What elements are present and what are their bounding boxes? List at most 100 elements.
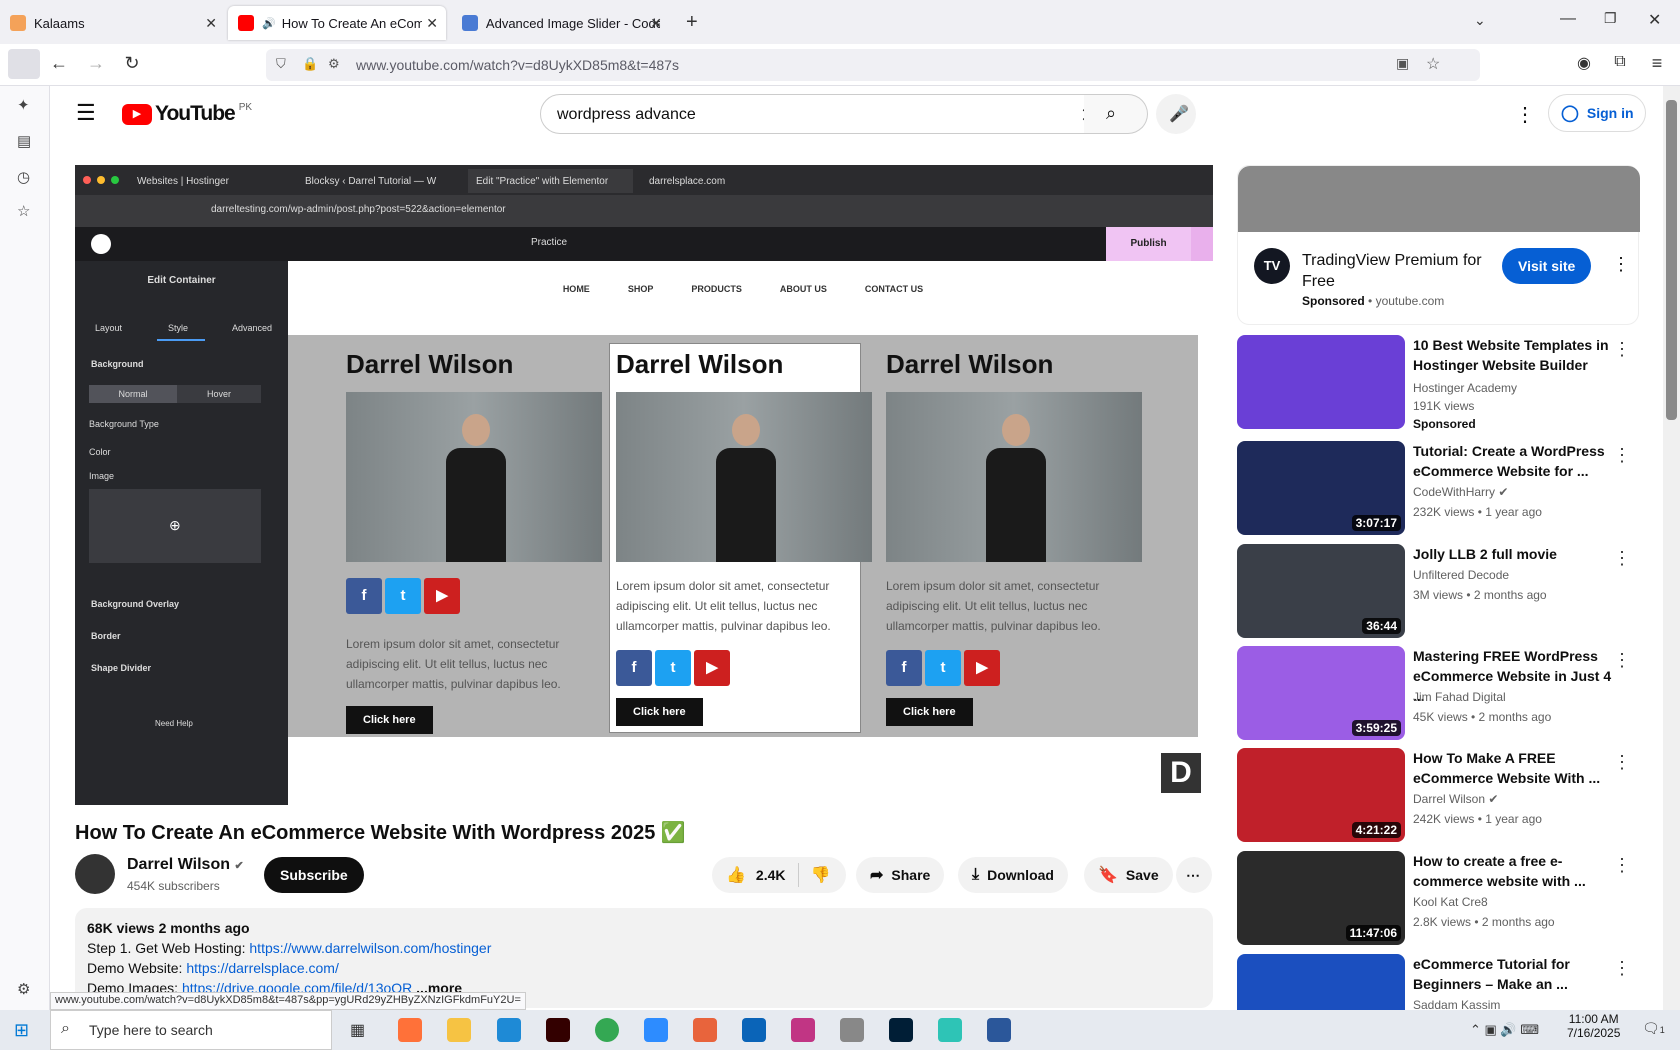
rec-title[interactable]: How to create a free e-commerce website …	[1413, 851, 1613, 891]
rec-more-icon[interactable]: ⋮	[1613, 958, 1631, 979]
close-tab-icon[interactable]: ✕	[426, 15, 438, 32]
demo-link[interactable]: https://darrelsplace.com/	[186, 960, 339, 976]
rec-channel[interactable]: CodeWithHarry	[1413, 485, 1495, 499]
rec-more-icon[interactable]: ⋮	[1613, 445, 1631, 466]
system-tray-icons[interactable]: ⌃ ▣ 🔊 ⌨	[1470, 1022, 1539, 1038]
new-tab-button[interactable]: +	[686, 11, 698, 34]
bookmarks-icon[interactable]: ☆	[17, 202, 30, 220]
zoom-icon[interactable]	[644, 1018, 668, 1042]
settings-dots-icon[interactable]: ⋮	[1515, 102, 1535, 127]
photos-icon[interactable]	[791, 1018, 815, 1042]
illustrator-icon[interactable]	[546, 1018, 570, 1042]
outlook-icon[interactable]	[742, 1018, 766, 1042]
rec-channel-row[interactable]: CodeWithHarry ✔	[1413, 485, 1508, 499]
like-button[interactable]: 👍 2.4K	[726, 865, 786, 885]
back-icon[interactable]: ←	[47, 53, 71, 74]
rec-more-icon[interactable]: ⋮	[1613, 339, 1631, 360]
rec-title[interactable]: Tutorial: Create a WordPress eCommerce W…	[1413, 441, 1613, 481]
hamburger-menu-icon[interactable]: ☰	[76, 100, 96, 126]
recommended-video[interactable]: 10 Best Website Templates in Hostinger W…	[1237, 335, 1639, 431]
channel-avatar[interactable]	[75, 854, 115, 894]
hosting-link[interactable]: https://www.darrelwilson.com/hostinger	[249, 940, 491, 956]
recommended-video[interactable]: 36:44 Jolly LLB 2 full movie Unfiltered …	[1237, 544, 1639, 640]
youtube-logo[interactable]: ▶ YouTube PK	[122, 102, 252, 126]
reload-icon[interactable]: ↻	[120, 53, 144, 74]
chrome-icon[interactable]	[595, 1018, 619, 1042]
task-view-icon[interactable]: ▦	[350, 1020, 365, 1040]
restore-icon[interactable]: ❐	[1604, 10, 1617, 27]
url-text[interactable]: www.youtube.com/watch?v=d8UykXD85m8&t=48…	[356, 57, 679, 73]
video-thumbnail[interactable]	[1237, 954, 1405, 1010]
rec-channel[interactable]: Hostinger Academy	[1413, 381, 1517, 395]
rec-more-icon[interactable]: ⋮	[1613, 548, 1631, 569]
vscode-icon[interactable]	[497, 1018, 521, 1042]
minimize-icon[interactable]: —	[1560, 10, 1576, 28]
word-icon[interactable]	[987, 1018, 1011, 1042]
account-icon[interactable]: ◉	[1572, 53, 1596, 73]
firefox-icon[interactable]	[398, 1018, 422, 1042]
dislike-button[interactable]: 👎	[811, 865, 831, 885]
recommended-video[interactable]: 11:47:06 How to create a free e-commerce…	[1237, 851, 1639, 947]
settings-gear-icon[interactable]: ⚙	[17, 980, 30, 998]
history-icon[interactable]: ◷	[17, 168, 30, 186]
file-explorer-icon[interactable]	[447, 1018, 471, 1042]
channel-name-row[interactable]: Darrel Wilson ✔	[127, 856, 244, 874]
extensions-icon[interactable]: ⧉	[1608, 53, 1632, 71]
video-thumbnail[interactable]	[1237, 335, 1405, 429]
ai-chat-icon[interactable]: ✦	[17, 96, 30, 114]
search-button[interactable]: ⌕	[1084, 94, 1148, 134]
tab-kalaams[interactable]: Kalaams ✕	[0, 6, 225, 40]
photoshop-icon[interactable]	[889, 1018, 913, 1042]
subscribe-button[interactable]: Subscribe	[264, 857, 364, 893]
rec-channel[interactable]: Kool Kat Cre8	[1413, 895, 1488, 909]
url-bar[interactable]: ⛉ 🔒 ⚙ www.youtube.com/watch?v=d8UykXD85m…	[266, 49, 1480, 81]
scrollbar-thumb[interactable]	[1666, 100, 1677, 420]
forward-icon[interactable]: →	[84, 53, 108, 74]
search-query[interactable]: wordpress advance	[557, 106, 696, 123]
ad-more-icon[interactable]: ⋮	[1612, 254, 1630, 275]
video-thumbnail[interactable]: 4:21:22	[1237, 748, 1405, 842]
video-thumbnail[interactable]: 11:47:06	[1237, 851, 1405, 945]
windows-start-icon[interactable]: ⊞	[14, 1020, 29, 1041]
video-thumbnail[interactable]: 3:59:25	[1237, 646, 1405, 740]
close-window-icon[interactable]: ✕	[1648, 10, 1661, 30]
app-icon[interactable]	[938, 1018, 962, 1042]
taskbar-search[interactable]: ⌕ Type here to search	[50, 1010, 332, 1050]
more-actions-button[interactable]: ⋯	[1176, 857, 1212, 893]
picture-icon[interactable]: ▣	[1396, 55, 1409, 72]
voice-search-button[interactable]: 🎤	[1156, 94, 1196, 134]
page-scrollbar[interactable]	[1663, 86, 1680, 1010]
audio-playing-icon[interactable]: 🔊	[262, 17, 276, 30]
sponsored-ad[interactable]: TV TradingView Premium for Free Sponsore…	[1237, 165, 1640, 325]
rec-channel[interactable]: Saddam Kassim	[1413, 998, 1500, 1010]
lock-icon[interactable]: 🔒	[302, 56, 318, 72]
video-thumbnail[interactable]: 36:44	[1237, 544, 1405, 638]
video-player[interactable]: Websites | Hostinger Blocksy ‹ Darrel Tu…	[75, 165, 1213, 805]
bookmark-star-icon[interactable]: ☆	[1426, 54, 1440, 74]
share-button[interactable]: ➦ Share	[856, 857, 945, 893]
rec-channel-row[interactable]: Darrel Wilson ✔	[1413, 792, 1498, 806]
sidebar-toggle-icon[interactable]	[8, 49, 40, 79]
search-input[interactable]: wordpress advance ✕	[540, 94, 1106, 134]
permissions-icon[interactable]: ⚙	[328, 56, 340, 72]
rec-title[interactable]: Jolly LLB 2 full movie	[1413, 544, 1613, 564]
close-tab-icon[interactable]: ✕	[205, 15, 217, 32]
tab-image-slider[interactable]: Advanced Image Slider - Code ✕	[452, 6, 670, 40]
close-tab-icon[interactable]: ✕	[650, 15, 662, 32]
notifications-icon[interactable]: 🗨1	[1642, 1020, 1665, 1037]
synced-tabs-icon[interactable]: ▤	[17, 132, 31, 150]
rec-title[interactable]: How To Make A FREE eCommerce Website Wit…	[1413, 748, 1613, 788]
recommended-video[interactable]: 3:59:25 Mastering FREE WordPress eCommer…	[1237, 646, 1639, 742]
download-button[interactable]: ⤓ Download	[958, 857, 1068, 893]
rec-more-icon[interactable]: ⋮	[1613, 650, 1631, 671]
rec-more-icon[interactable]: ⋮	[1613, 855, 1631, 876]
menu-icon[interactable]: ≡	[1645, 53, 1669, 74]
tab-youtube[interactable]: 🔊 How To Create An eComme ✕	[228, 6, 446, 40]
rec-title[interactable]: eCommerce Tutorial for Beginners – Make …	[1413, 954, 1613, 994]
pen-tool-icon[interactable]	[840, 1018, 864, 1042]
clock[interactable]: 11:00 AM 7/16/2025	[1567, 1012, 1620, 1040]
rec-channel[interactable]: Jim Fahad Digital	[1413, 690, 1506, 704]
sign-in-button[interactable]: ◯ Sign in	[1548, 94, 1646, 132]
video-thumbnail[interactable]: 3:07:17	[1237, 441, 1405, 535]
rec-more-icon[interactable]: ⋮	[1613, 752, 1631, 773]
